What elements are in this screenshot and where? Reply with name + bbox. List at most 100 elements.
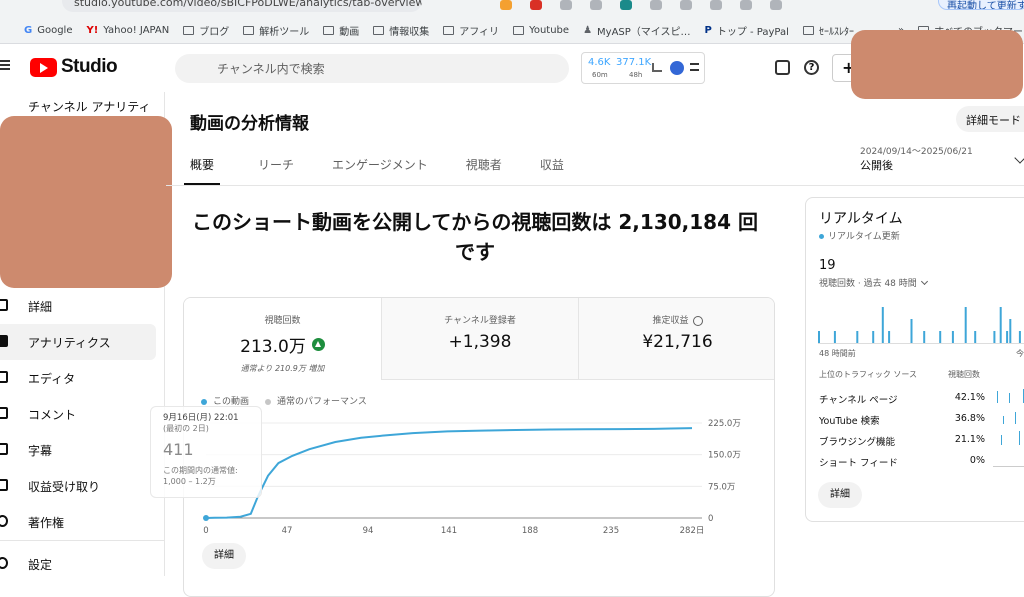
main-content: 動画の分析情報 詳細モード 概要 リーチ エンゲージメント 視聴者 収益 202… [150, 92, 1024, 597]
views-line-chart[interactable]: 225.0万 150.0万 75.0万 0 0 47 94 141 188 235 282日 [184, 408, 775, 558]
subtitles-icon [0, 443, 8, 455]
update-button[interactable]: 再起動して更新する [938, 0, 1024, 10]
sidebar-item-analytics[interactable]: アナリティクス [0, 324, 156, 360]
analytics-icon [0, 335, 8, 347]
realtime-bar [818, 331, 820, 343]
google-icon: G [24, 24, 33, 36]
realtime-bar [856, 331, 859, 343]
x-tick-label: 141 [441, 526, 457, 536]
realtime-bar [881, 307, 884, 343]
folder-icon [513, 25, 525, 35]
menu-icon[interactable] [690, 63, 699, 71]
extension-icon[interactable] [500, 0, 512, 10]
bar-chart-icon [652, 63, 662, 72]
tab-overview[interactable]: 概要 [184, 156, 221, 186]
chart-tooltip: 9月16日(月) 22:01 (最初の 2日) 411 この期間内の通常値: 1… [150, 406, 262, 498]
folder-icon [802, 25, 814, 35]
y-tick-label: 150.0万 [708, 451, 741, 461]
sidebar-item-comments[interactable]: コメント [0, 396, 156, 432]
realtime-bar-chart[interactable] [818, 298, 1024, 343]
clock-icon [692, 315, 703, 326]
legend-typical: 通常のパフォーマンス [265, 394, 367, 407]
x-tick-label: 188 [522, 526, 538, 536]
realtime-period-select[interactable]: 視聴回数 · 過去 48 時間 [819, 276, 928, 289]
sparkline [1001, 431, 1020, 445]
extension-logo-icon[interactable] [670, 61, 684, 75]
legend-dot-icon [201, 398, 207, 405]
extension-icon[interactable] [530, 0, 542, 10]
metric-subscribers[interactable]: チャンネル登録者 +1,398 [381, 298, 578, 380]
feedback-icon[interactable] [775, 60, 790, 75]
folder-icon [443, 25, 455, 35]
bookmark-folder[interactable]: ｾｰﾙｽﾚﾀｰ [802, 23, 854, 38]
date-range[interactable]: 2024/09/14〜2025/06/21 [860, 144, 973, 157]
extension-icon[interactable] [740, 0, 752, 10]
traffic-source-row: ブラウジング機能 21.1% [819, 431, 1024, 454]
live-dot-icon [819, 234, 824, 239]
realtime-bar [910, 319, 913, 343]
folder-icon [243, 25, 255, 35]
bookmark-item[interactable]: G Google [24, 25, 72, 36]
chart-details-button[interactable]: 詳細 [202, 543, 246, 569]
realtime-stats-widget[interactable]: 4.6K 377.1K 60m 48h [581, 52, 705, 84]
studio-logo[interactable]: Studio [30, 56, 118, 78]
help-icon[interactable]: ? [804, 60, 819, 75]
tab-audience[interactable]: 視聴者 [466, 156, 502, 186]
sparkline [997, 389, 1024, 403]
overview-card: 視聴回数 213.0万 通常より 210.9万 増加 チャンネル登録者 +1,3… [183, 297, 775, 597]
sidebar-item-subtitles[interactable]: 字幕 [0, 432, 156, 468]
bookmark-item[interactable]: P トップ - PayPal [705, 23, 789, 38]
realtime-axis [818, 343, 1024, 344]
editor-icon [0, 371, 8, 383]
extension-icon[interactable] [680, 0, 692, 10]
tab-engagement[interactable]: エンゲージメント [332, 156, 428, 186]
date-period-select[interactable]: 公開後 [860, 157, 893, 173]
metric-views[interactable]: 視聴回数 213.0万 通常より 210.9万 増加 [184, 298, 381, 380]
bookmark-item[interactable]: ♟ MyASP（マイスピ… [583, 23, 690, 38]
y-tick-label: 0 [708, 514, 713, 524]
redacted-area [851, 30, 1023, 99]
extension-icon[interactable] [770, 0, 782, 10]
extension-icon[interactable] [650, 0, 662, 10]
realtime-count: 19 [819, 258, 836, 273]
realtime-bar [1009, 319, 1012, 343]
settings-icon [0, 557, 8, 569]
headline: このショート動画を公開してからの視聴回数は 2,130,184 回 です [192, 210, 758, 264]
tab-revenue[interactable]: 収益 [540, 156, 564, 186]
comment-icon [0, 407, 8, 419]
extension-icon[interactable] [590, 0, 602, 10]
sidebar-item-details[interactable]: 詳細 [0, 288, 156, 324]
extension-icon[interactable] [560, 0, 572, 10]
channel-analytics-link[interactable]: チャンネル アナリティ [28, 98, 151, 115]
extension-icon[interactable] [620, 0, 632, 10]
bookmark-folder[interactable]: アフィリ [443, 23, 499, 38]
hamburger-menu-icon[interactable] [0, 60, 10, 70]
y-tick-label: 75.0万 [708, 482, 735, 492]
sidebar-item-editor[interactable]: エディタ [0, 360, 156, 396]
tab-reach[interactable]: リーチ [258, 156, 294, 186]
advanced-mode-button[interactable]: 詳細モード [956, 106, 1024, 132]
realtime-details-button[interactable]: 詳細 [818, 482, 862, 508]
realtime-card: リアルタイム リアルタイム更新 19 視聴回数 · 過去 48 時間 48 時間… [805, 197, 1024, 522]
bookmark-item[interactable]: Y! Yahoo! JAPAN [86, 25, 169, 36]
metric-revenue[interactable]: 推定収益 ¥21,716 [578, 298, 774, 380]
bookmark-folder[interactable]: 情報収集 [373, 23, 429, 38]
extension-icons [500, 0, 782, 12]
sidebar-item-copyright[interactable]: 著作権 [0, 504, 156, 540]
address-bar[interactable]: studio.youtube.com/video/sBICFPoDLWE/ana… [62, 0, 422, 12]
sidebar-item-settings[interactable]: 設定 [0, 546, 156, 582]
bookmark-folder[interactable]: ブログ [183, 23, 229, 38]
realtime-bar [951, 331, 954, 343]
chevron-down-icon[interactable] [1014, 152, 1024, 164]
x-tick-label: 94 [363, 526, 374, 536]
realtime-bar [999, 307, 1002, 343]
bookmark-folder[interactable]: 動画 [323, 23, 359, 38]
bookmark-folder[interactable]: Youtube [513, 25, 569, 36]
y-tick-label: 225.0万 [708, 419, 741, 429]
search-input[interactable]: チャンネル内で検索 [175, 54, 569, 83]
realtime-bar [1006, 331, 1009, 343]
folder-icon [323, 25, 335, 35]
extension-icon[interactable] [710, 0, 722, 10]
sidebar-item-earn[interactable]: 収益受け取り [0, 468, 156, 504]
bookmark-folder[interactable]: 解析ツール [243, 23, 309, 38]
